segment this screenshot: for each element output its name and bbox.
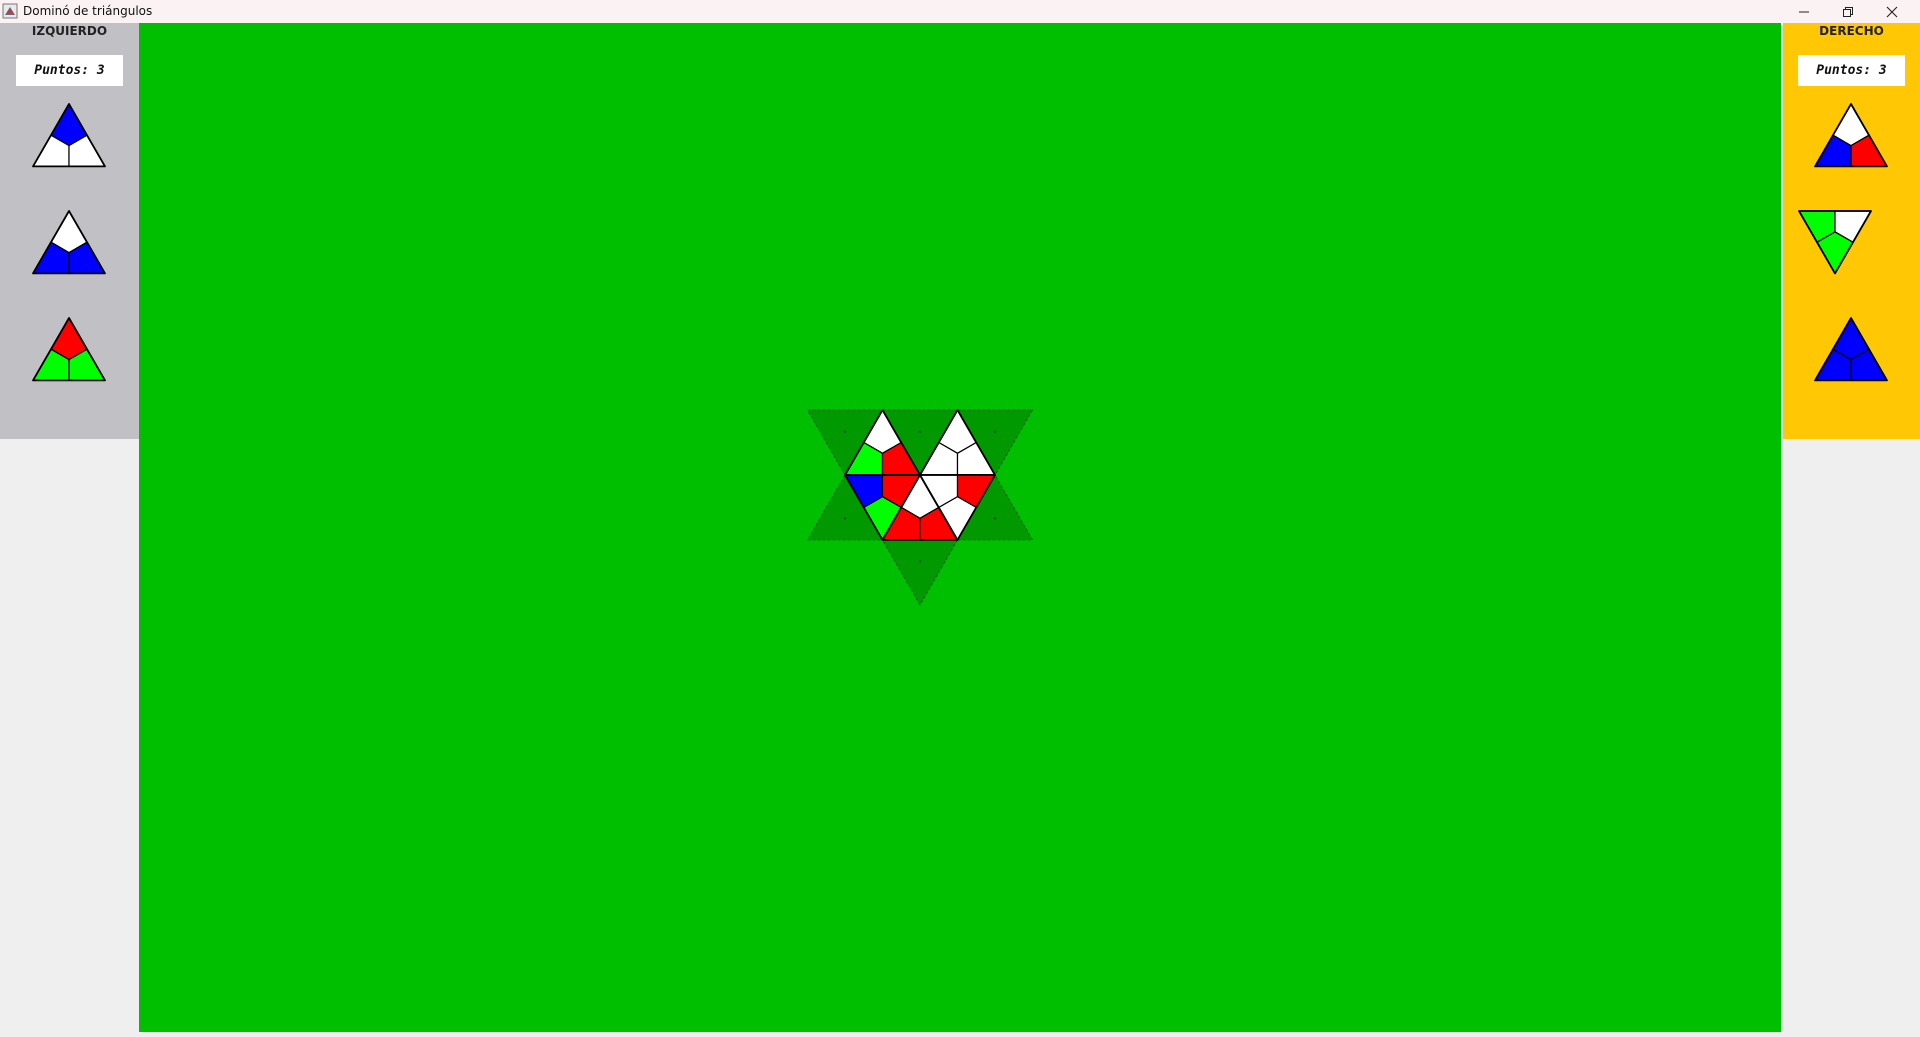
slot-center-dot <box>843 517 847 520</box>
hand-tile-2[interactable] <box>32 210 106 275</box>
score-box: Puntos: 3 <box>16 55 123 86</box>
hand-tile[interactable] <box>1797 209 1873 287</box>
hand-tile-3[interactable] <box>32 317 106 382</box>
score-label: Puntos: <box>34 63 90 78</box>
score-value: 3 <box>96 63 105 78</box>
java-cup-icon <box>2 3 18 19</box>
slot-center-dot <box>993 517 997 520</box>
hand-tile[interactable] <box>1813 316 1889 394</box>
hand-tile[interactable] <box>31 316 107 394</box>
hand-tile[interactable] <box>31 102 107 180</box>
hand-tile-1[interactable] <box>1814 103 1888 168</box>
player-name: DERECHO <box>1819 24 1884 38</box>
player-name: IZQUIERDO <box>31 24 108 38</box>
slot-center-dot <box>918 430 922 433</box>
hand-tile[interactable] <box>31 209 107 287</box>
close-button[interactable] <box>1870 0 1914 23</box>
slot-center-dot <box>843 430 847 433</box>
hand-tile-1[interactable] <box>32 103 106 168</box>
close-icon <box>1886 6 1898 18</box>
hand-tile-2[interactable] <box>1798 210 1872 275</box>
board-canvas[interactable] <box>139 23 1781 1032</box>
score-value: 3 <box>1878 63 1887 78</box>
hand-tile[interactable] <box>1813 102 1889 180</box>
window-title: Dominó de triángulos <box>23 4 153 18</box>
player-panel-right: DERECHO Puntos: 3 <box>1783 23 1920 439</box>
restore-button[interactable] <box>1826 0 1870 23</box>
empty-slot[interactable] <box>881 539 959 606</box>
game-board[interactable] <box>139 23 1781 1032</box>
slot-shape[interactable] <box>881 539 959 606</box>
player-panel-left: IZQUIERDO Puntos: 3 <box>0 23 140 439</box>
minimize-button[interactable] <box>1782 0 1826 23</box>
score-box: Puntos: 3 <box>1798 55 1905 86</box>
hand-tile-3[interactable] <box>1814 317 1888 382</box>
minimize-icon <box>1799 11 1809 13</box>
slot-center-dot <box>993 430 997 433</box>
slot-center-dot <box>918 560 922 563</box>
window-titlebar: Dominó de triángulos <box>0 0 1920 23</box>
restore-icon <box>1843 7 1853 17</box>
score-label: Puntos: <box>1816 63 1872 78</box>
